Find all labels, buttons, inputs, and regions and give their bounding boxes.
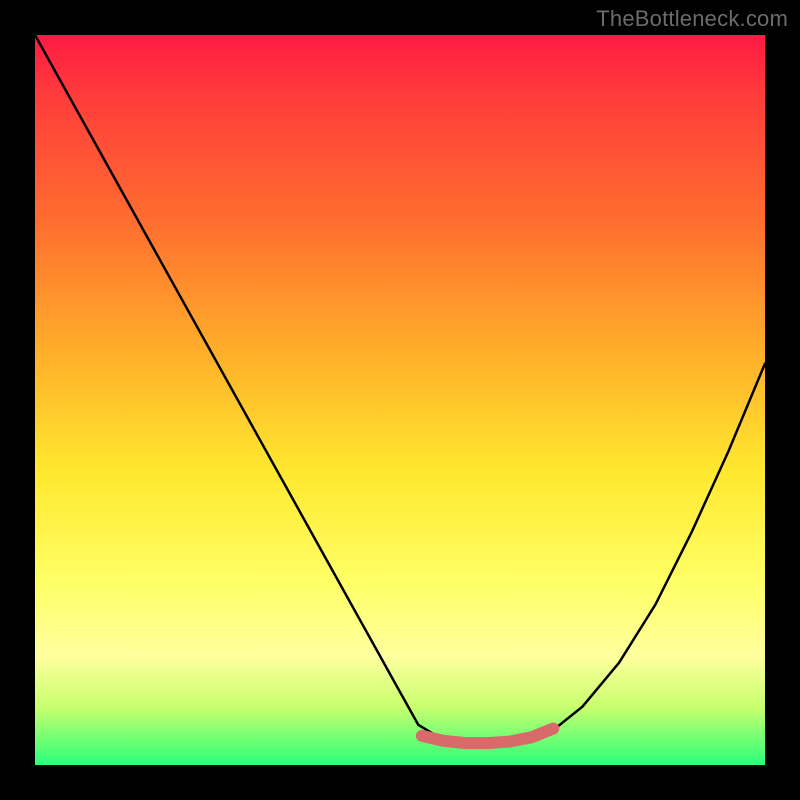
curve-layer bbox=[35, 35, 765, 765]
watermark-text: TheBottleneck.com bbox=[596, 6, 788, 32]
flat-min-overlay bbox=[422, 729, 553, 744]
plot-area bbox=[35, 35, 765, 765]
main-curve bbox=[35, 35, 765, 743]
chart-frame: TheBottleneck.com bbox=[0, 0, 800, 800]
